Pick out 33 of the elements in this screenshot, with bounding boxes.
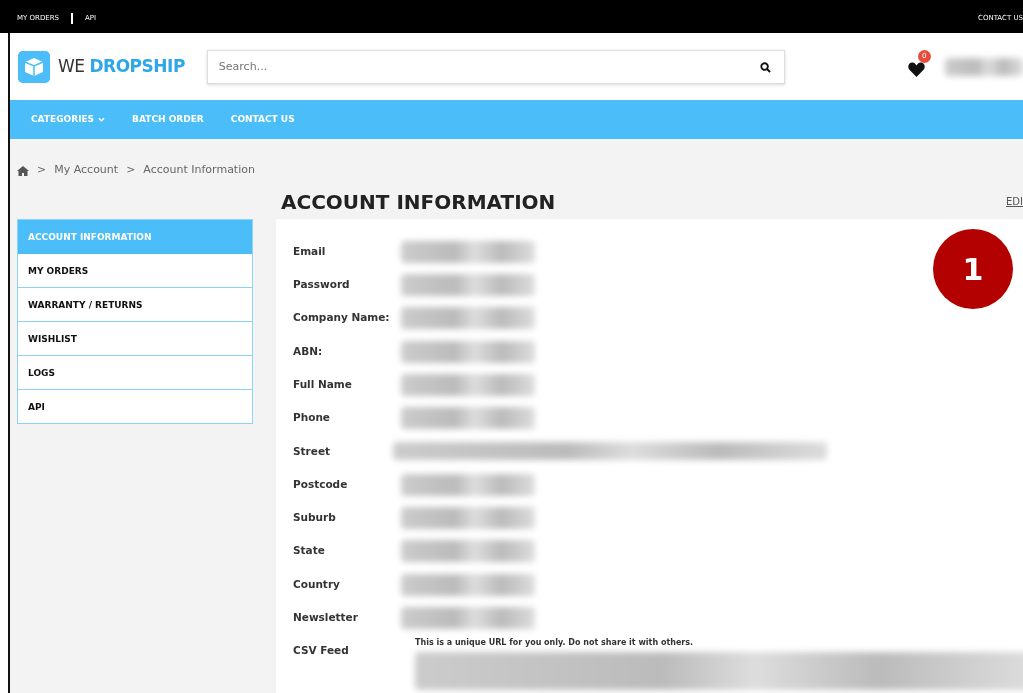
box-icon — [18, 50, 50, 83]
field-label: Full Name — [293, 376, 353, 392]
field-label: Country — [293, 576, 341, 592]
sidebar-item[interactable]: WISHLIST — [18, 322, 252, 356]
home-icon[interactable] — [17, 165, 29, 176]
field-label: CSV Feed — [293, 642, 350, 658]
chevron-down-icon — [98, 117, 106, 122]
breadcrumb-link[interactable]: Account Information — [143, 162, 255, 179]
breadcrumb-link[interactable]: My Account — [54, 162, 119, 179]
breadcrumb-separator: > — [37, 162, 47, 179]
annotation-marker: 1 — [933, 229, 1013, 309]
field-label: Postcode — [293, 476, 349, 492]
field-label: ABN: — [293, 343, 324, 359]
field-label: Suburb — [293, 510, 337, 526]
sidebar-item[interactable]: LOGS — [18, 356, 252, 390]
heart-icon[interactable] — [907, 62, 925, 77]
field-label: Password — [293, 277, 351, 293]
search-field[interactable]: Search... — [206, 49, 785, 84]
feed-note: This is a unique URL for you only. Do not share it with others. — [415, 636, 695, 649]
page-title: ACCOUNT INFORMATION — [281, 189, 556, 214]
sidebar-item[interactable]: WARRANTY / RETURNS — [18, 288, 252, 322]
field-label: Street — [293, 443, 332, 459]
field-label: Phone — [293, 410, 331, 426]
field-label: Email — [293, 243, 327, 259]
logo-text[interactable]: WE DROPSHIP — [58, 53, 185, 80]
field-label: Company Name: — [293, 310, 391, 326]
breadcrumb-separator: > — [126, 162, 136, 179]
sidebar-item[interactable]: MY ORDERS — [18, 254, 252, 288]
field-label: State — [293, 543, 326, 559]
edit-link[interactable]: EDI — [1006, 194, 1023, 209]
field-label: Newsletter — [293, 610, 359, 626]
search-icon[interactable] — [759, 61, 771, 73]
sidebar-item[interactable]: API — [18, 390, 252, 424]
